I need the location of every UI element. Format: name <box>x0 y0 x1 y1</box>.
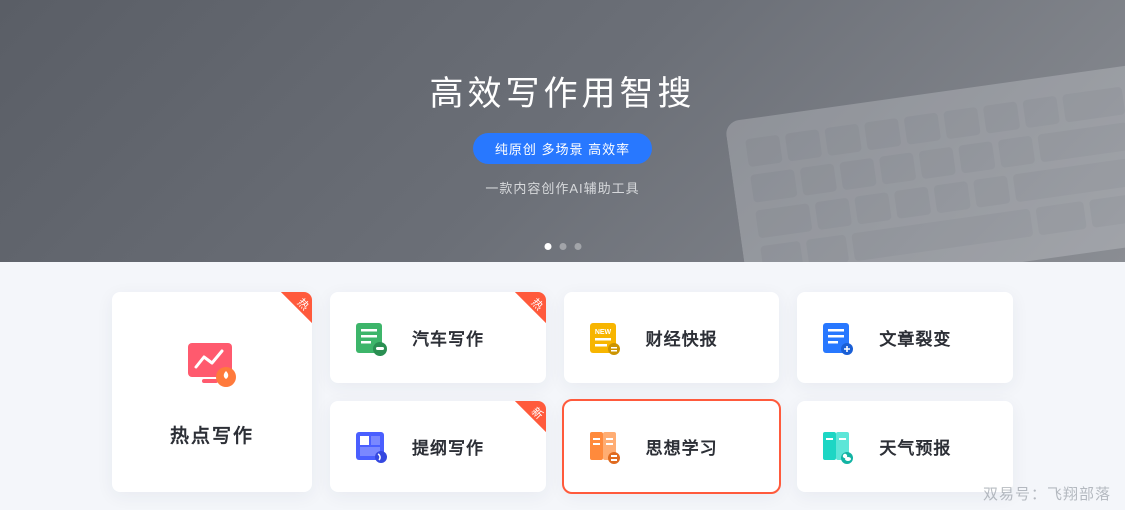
car-doc-icon <box>352 319 390 357</box>
carousel-dots[interactable] <box>544 243 581 250</box>
hero-banner: 高效写作用智搜 纯原创 多场景 高效率 一款内容创作AI辅助工具 <box>0 0 1125 262</box>
watermark-text: 双易号：飞翔部落 <box>983 483 1111 504</box>
card-title: 文章裂变 <box>879 325 951 350</box>
new-corner-badge: 新 <box>502 401 546 445</box>
book-icon <box>586 428 624 466</box>
card-car-writing[interactable]: 热 汽车写作 <box>330 292 546 383</box>
split-doc-icon <box>819 319 857 357</box>
card-finance-news[interactable]: NEW 财经快报 <box>564 292 780 383</box>
outline-icon <box>352 428 390 466</box>
hot-writing-icon <box>184 337 240 393</box>
card-hot-writing[interactable]: 热 热点写作 <box>112 292 312 492</box>
dot-3[interactable] <box>574 243 581 250</box>
hot-corner-badge: 热 <box>502 292 546 336</box>
svg-text:NEW: NEW <box>595 329 612 336</box>
dot-1[interactable] <box>544 243 551 250</box>
card-title: 汽车写作 <box>412 325 484 350</box>
dot-2[interactable] <box>559 243 566 250</box>
card-title: 提纲写作 <box>412 434 484 459</box>
hot-corner-badge: 热 <box>268 292 312 336</box>
card-thought-study[interactable]: 思想学习 <box>564 401 780 492</box>
card-title: 思想学习 <box>646 434 718 459</box>
card-title: 热点写作 <box>170 421 254 448</box>
card-weather-forecast[interactable]: 天气预报 <box>797 401 1013 492</box>
cards-grid: 热 热点写作 热 汽车写作 NEW <box>0 262 1125 492</box>
card-outline-writing[interactable]: 新 提纲写作 <box>330 401 546 492</box>
weather-icon <box>819 428 857 466</box>
hero-subtitle: 一款内容创作AI辅助工具 <box>485 178 639 197</box>
hero-title: 高效写作用智搜 <box>430 66 696 115</box>
keyboard-illustration <box>722 44 1125 262</box>
card-article-split[interactable]: 文章裂变 <box>797 292 1013 383</box>
hero-badge: 纯原创 多场景 高效率 <box>473 133 652 164</box>
card-title: 天气预报 <box>879 434 951 459</box>
finance-new-icon: NEW <box>586 319 624 357</box>
card-title: 财经快报 <box>646 325 718 350</box>
